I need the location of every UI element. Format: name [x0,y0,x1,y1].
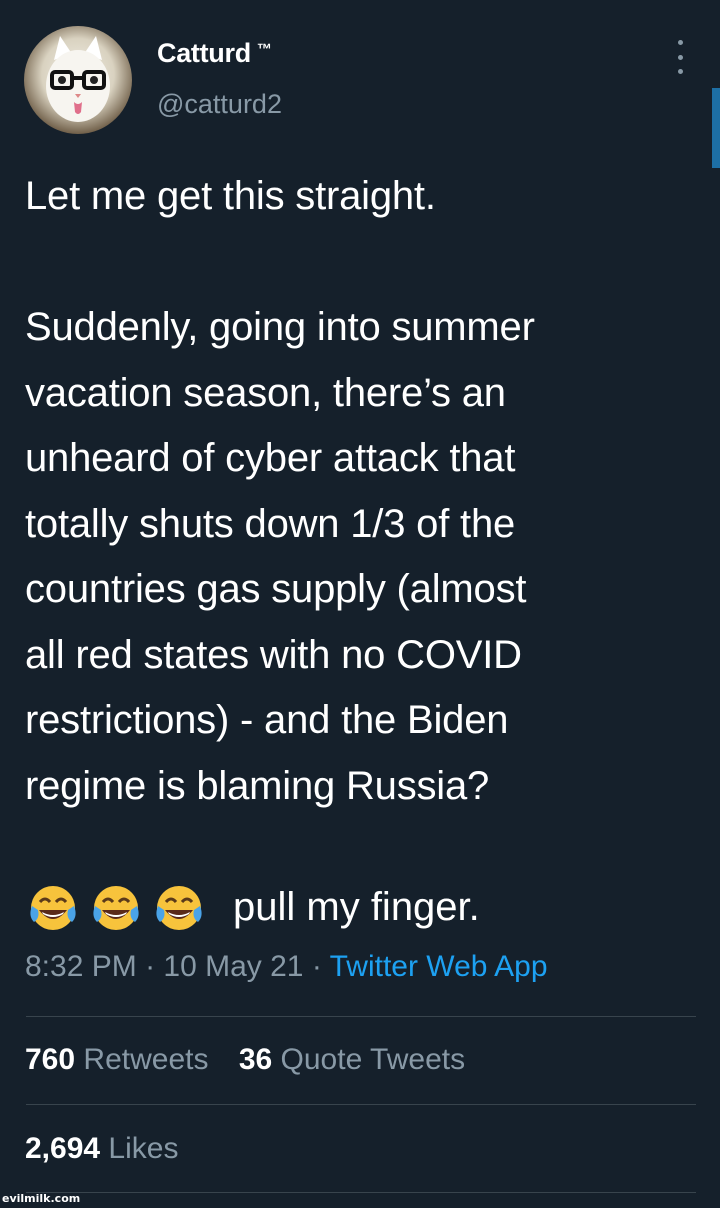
likes-label: Likes [108,1132,179,1165]
likes-stats: 2,694 Likes [25,1132,200,1166]
tweet-line: unheard of cyber attack that [25,436,516,480]
meta-separator: · [303,950,330,983]
more-options-icon[interactable] [668,40,692,74]
tweet-line: restrictions) - and the Biden [25,698,509,742]
tweet-time[interactable]: 8:32 PM [25,950,137,983]
tweet-line: all red states with no COVID [25,632,522,677]
divider [26,1192,696,1193]
tweet-meta: 8:32 PM · 10 May 21 · Twitter Web App [25,950,548,984]
quote-tweets-stat[interactable]: 36 Quote Tweets [239,1043,465,1076]
retweets-stat[interactable]: 760 Retweets [25,1043,208,1076]
retweets-label: Retweets [83,1043,209,1076]
face-with-tears-of-joy-icon [26,880,80,934]
likes-stat[interactable]: 2,694 Likes [25,1132,178,1165]
face-with-tears-of-joy-icon [89,880,143,934]
tweet-source-link[interactable]: Twitter Web App [330,950,548,983]
tweet-line: Suddenly, going into summer [25,305,535,349]
tweet-line: countries gas supply (almost [25,567,527,611]
tweet-date[interactable]: 10 May 21 [163,950,303,983]
meta-separator: · [136,950,164,983]
trademark-symbol: ™ [256,41,272,58]
likes-count: 2,694 [25,1132,101,1165]
quote-tweets-label: Quote Tweets [280,1043,466,1076]
tweet-line: regime is blaming Russia? [25,763,490,808]
face-with-tears-of-joy-icon [152,880,206,934]
display-name[interactable]: Catturd ™ [157,38,272,69]
scroll-indicator[interactable] [712,88,720,168]
avatar[interactable] [24,26,132,134]
tweet-line: totally shuts down 1/3 of the [25,501,516,546]
retweet-stats: 760 Retweets 36 Quote Tweets [25,1043,487,1077]
divider [26,1016,696,1017]
tweet-line: vacation season, there’s an [25,370,506,415]
watermark: evilmilk.com [2,1192,81,1205]
cat-with-glasses-avatar-icon [46,36,110,122]
user-handle[interactable]: @catturd2 [157,89,282,120]
divider [26,1104,696,1105]
retweets-count: 760 [25,1043,76,1076]
tweet-header: Catturd ™ @catturd2 [0,0,720,150]
emoji-line: pull my finger. [26,874,480,940]
quote-tweets-count: 36 [238,1043,273,1076]
emoji-line-text: pull my finger. [233,884,480,929]
tweet-text: Let me get this straight. Suddenly, goin… [25,164,705,819]
tweet-line: Let me get this straight. [25,174,436,218]
